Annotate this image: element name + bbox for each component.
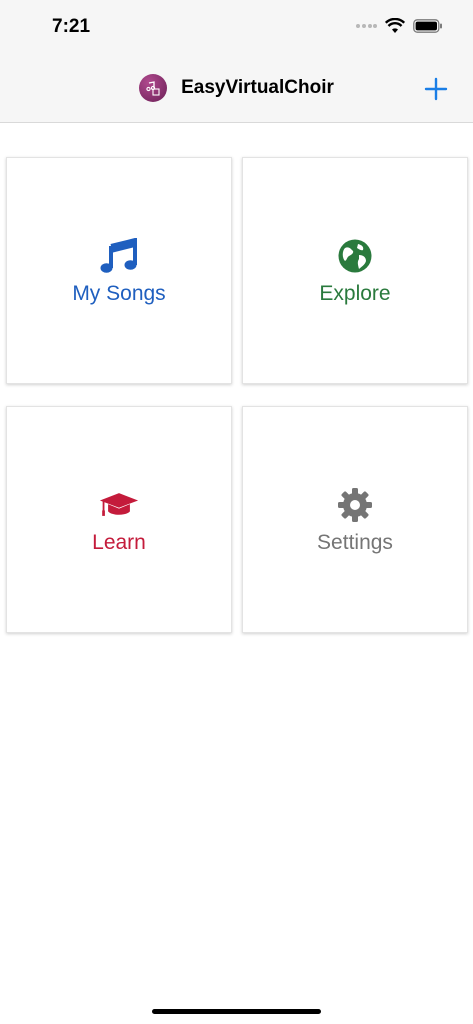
tile-learn[interactable]: Learn xyxy=(6,406,232,633)
tile-label-learn: Learn xyxy=(92,530,146,554)
tile-settings[interactable]: Settings xyxy=(242,406,468,633)
tile-explore[interactable]: Explore xyxy=(242,157,468,384)
wifi-icon xyxy=(385,18,405,33)
status-time: 7:21 xyxy=(52,16,91,37)
globe-icon xyxy=(335,236,375,276)
tile-label-my-songs: My Songs xyxy=(72,281,166,305)
graduation-cap-icon xyxy=(99,485,139,525)
app-title-group: EasyVirtualChoir xyxy=(0,74,473,102)
home-indicator[interactable] xyxy=(152,1009,321,1014)
cellular-signal-icon xyxy=(356,24,377,28)
status-icons xyxy=(355,18,443,34)
tile-label-explore: Explore xyxy=(319,281,391,305)
add-button[interactable] xyxy=(423,76,449,102)
tile-my-songs[interactable]: My Songs xyxy=(6,157,232,384)
music-note-icon xyxy=(99,236,139,276)
app-title: EasyVirtualChoir xyxy=(181,77,334,98)
tile-label-settings: Settings xyxy=(317,530,393,554)
gear-icon xyxy=(335,485,375,525)
app-logo-icon xyxy=(139,74,168,102)
navigation-bar: EasyVirtualChoir xyxy=(0,56,473,123)
status-bar: 7:21 xyxy=(0,0,473,56)
battery-icon xyxy=(413,19,442,33)
plus-icon xyxy=(424,77,448,101)
